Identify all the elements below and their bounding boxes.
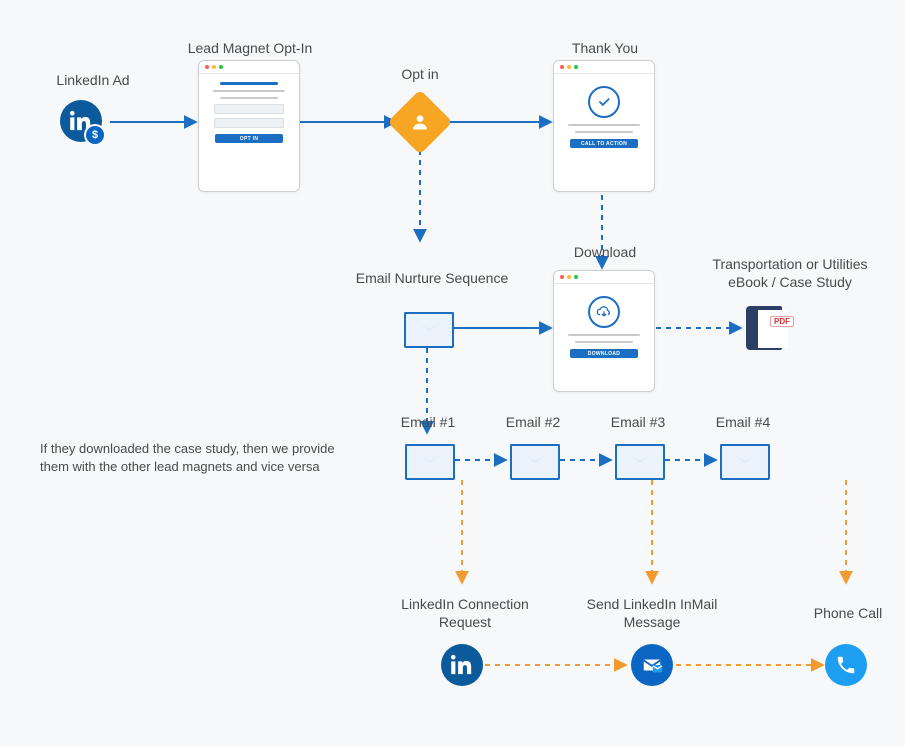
checkmark-icon xyxy=(588,86,620,118)
cta-button: CALL TO ACTION xyxy=(570,139,637,148)
download-label: Download xyxy=(570,244,640,262)
inmail-icon xyxy=(631,644,673,686)
pdf-tag: PDF xyxy=(770,316,794,327)
nurture-envelope-icon xyxy=(404,312,454,348)
email3-icon xyxy=(615,444,665,480)
email-nurture-label: Email Nurture Sequence xyxy=(352,270,512,288)
opt-in-decision xyxy=(387,89,452,154)
li-connect-label: LinkedIn Connection Request xyxy=(400,596,530,631)
download-button: DOWNLOAD xyxy=(570,349,637,358)
thank-you-window: CALL TO ACTION xyxy=(553,60,655,192)
opt-in-label: Opt in xyxy=(392,66,448,84)
li-inmail-label: Send LinkedIn InMail Message xyxy=(582,596,722,631)
lead-magnet-window: OPT IN xyxy=(198,60,300,192)
ebook-label: Transportation or Utilities eBook / Case… xyxy=(700,256,880,291)
email2-label: Email #2 xyxy=(503,414,563,432)
opt-in-button: OPT IN xyxy=(215,134,282,143)
email4-label: Email #4 xyxy=(713,414,773,432)
linkedin-icon xyxy=(441,644,483,686)
linkedin-ad-icon: $ xyxy=(60,100,102,142)
email1-icon xyxy=(405,444,455,480)
cloud-download-icon xyxy=(588,296,620,328)
email4-icon xyxy=(720,444,770,480)
linkedin-ad-label: LinkedIn Ad xyxy=(48,72,138,90)
cross-sell-note: If they downloaded the case study, then … xyxy=(40,440,340,475)
thank-you-label: Thank You xyxy=(560,40,650,58)
email1-label: Email #1 xyxy=(398,414,458,432)
email3-label: Email #3 xyxy=(608,414,668,432)
phone-call-label: Phone Call xyxy=(808,605,888,623)
phone-icon xyxy=(825,644,867,686)
connector-layer xyxy=(0,0,905,747)
email2-icon xyxy=(510,444,560,480)
download-window: DOWNLOAD xyxy=(553,270,655,392)
book-icon: PDF xyxy=(746,306,788,352)
lead-magnet-label: Lead Magnet Opt-In xyxy=(185,40,315,58)
flow-diagram: LinkedIn Ad $ Lead Magnet Opt-In OPT IN … xyxy=(0,0,905,747)
